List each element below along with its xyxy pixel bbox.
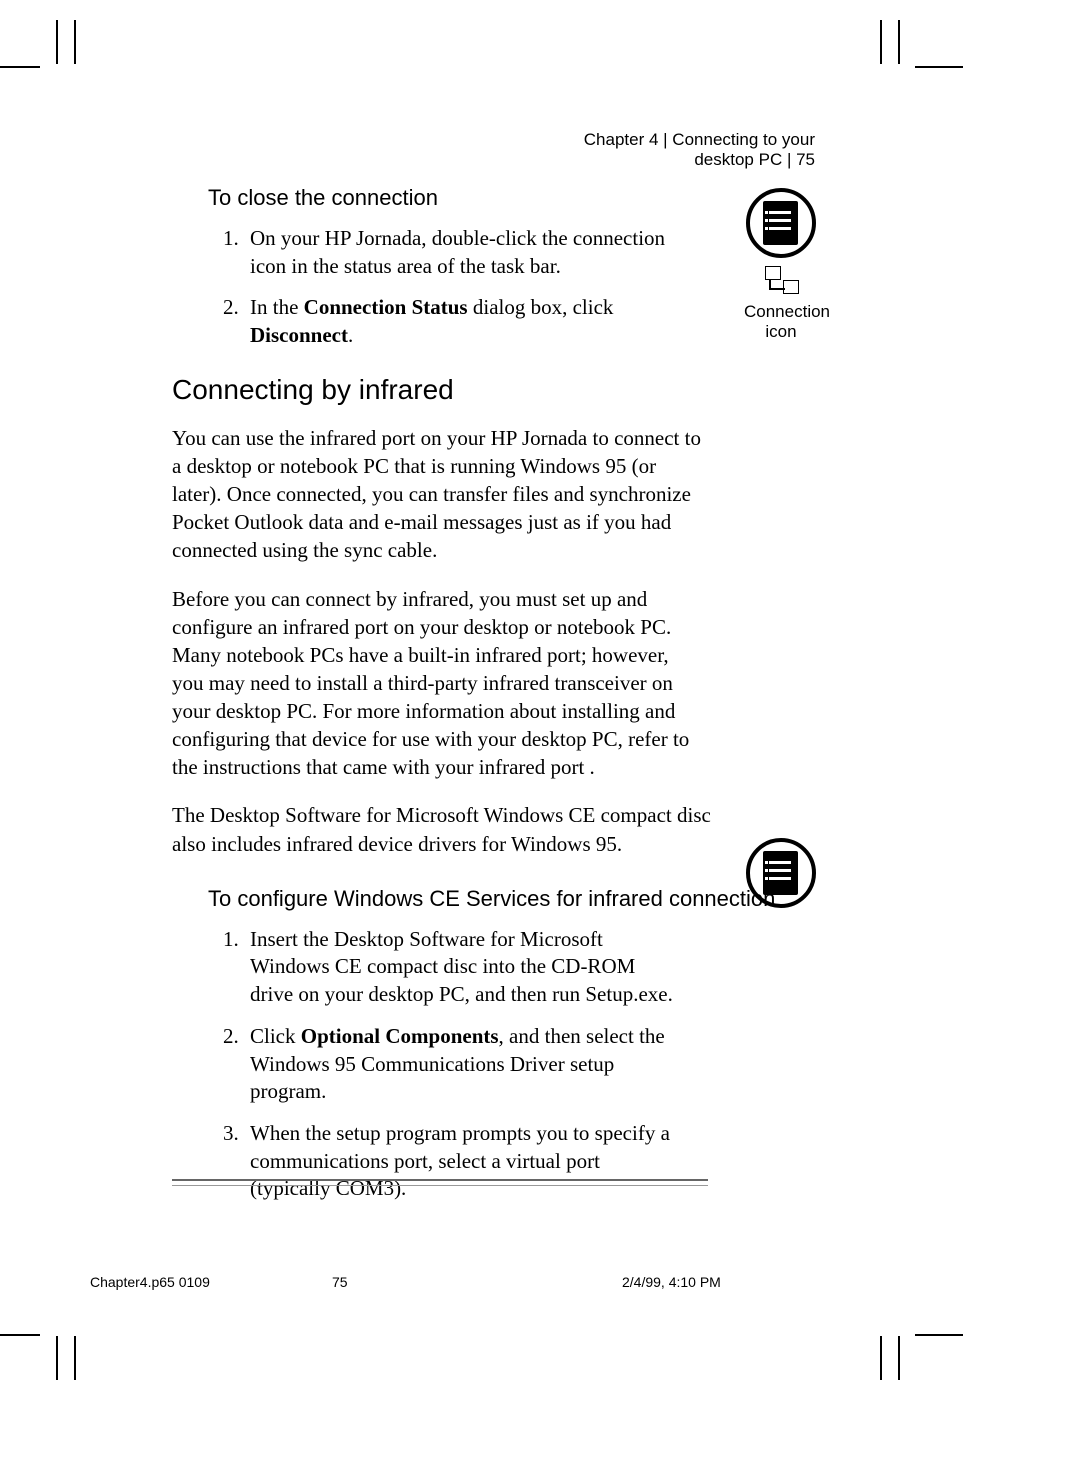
crop-mark [898,20,900,64]
step-item: In the Connection Status dialog box, cli… [244,294,680,349]
page-header: Chapter 4 | Connecting to your desktop P… [540,130,815,170]
body-paragraph: The Desktop Software for Microsoft Windo… [172,801,732,857]
step-bold: Connection Status [304,295,468,319]
step-bold: Optional Components [301,1024,499,1048]
crop-mark [0,1334,40,1336]
step-text: On your HP Jornada, double-click the con… [250,226,665,278]
crop-mark [880,20,882,64]
step-text: Insert the Desktop Software for Microsof… [250,927,673,1006]
divider [172,1179,708,1186]
subheading-close-connection: To close the connection [208,185,820,211]
footer-datetime: 2/4/99, 4:10 PM [622,1274,870,1290]
crop-mark [56,20,58,64]
step-text: When the setup program prompts you to sp… [250,1121,670,1200]
crop-mark [56,1336,58,1380]
steps-close-connection: On your HP Jornada, double-click the con… [172,225,820,350]
step-item: On your HP Jornada, double-click the con… [244,225,680,280]
step-text: In the [250,295,304,319]
step-text: dialog box, click [468,295,614,319]
step-text: . [348,323,353,347]
step-item: When the setup program prompts you to sp… [244,1120,680,1203]
crop-mark [915,1334,963,1336]
crop-mark [74,1336,76,1380]
crop-mark [0,66,40,68]
footer-file: Chapter4.p65 0109 [90,1274,332,1290]
step-item: Click Optional Components, and then sele… [244,1023,680,1106]
crop-mark [898,1336,900,1380]
body-paragraph: Before you can connect by infrared, you … [172,585,702,782]
crop-mark [74,20,76,64]
crop-mark [915,66,963,68]
step-bold: Disconnect [250,323,348,347]
footer: Chapter4.p65 0109 75 2/4/99, 4:10 PM [90,1274,870,1290]
section-heading-infrared: Connecting by infrared [172,374,820,406]
steps-configure: Insert the Desktop Software for Microsof… [172,926,820,1203]
step-item: Insert the Desktop Software for Microsof… [244,926,680,1009]
body-paragraph: You can use the infrared port on your HP… [172,424,702,565]
footer-page: 75 [332,1274,622,1290]
crop-mark [880,1336,882,1380]
step-text: Click [250,1024,301,1048]
subheading-configure: To configure Windows CE Services for inf… [208,886,820,912]
